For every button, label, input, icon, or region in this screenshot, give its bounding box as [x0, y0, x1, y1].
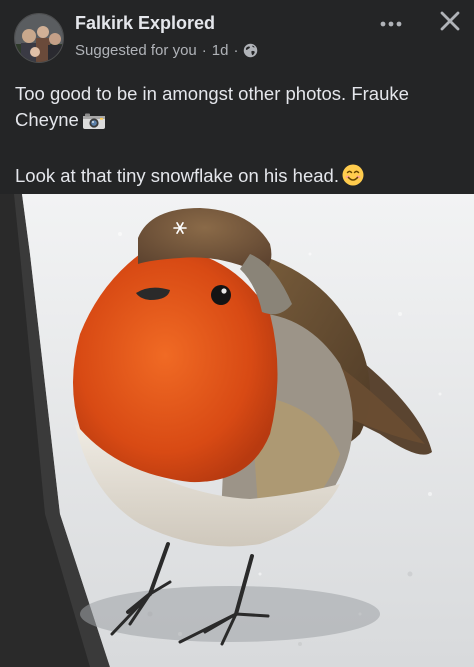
- post-text-line: Too good to be in amongst other photos. …: [15, 83, 409, 104]
- globe-icon: [243, 43, 258, 58]
- smiling-face-emoji-icon: [342, 164, 364, 193]
- post-text-line: Look at that tiny snowflake on his head.: [15, 163, 455, 193]
- post-text: Too good to be in amongst other photos. …: [15, 81, 455, 193]
- post-meta: Suggested for you · 1d ·: [75, 40, 258, 60]
- page-name[interactable]: Falkirk Explored: [75, 13, 215, 34]
- page-avatar[interactable]: [14, 13, 64, 63]
- post-text-snowflake: Look at that tiny snowflake on his head.: [15, 165, 339, 186]
- post-text-line: Cheyne: [15, 107, 455, 137]
- more-options-icon: [380, 14, 402, 32]
- meta-separator: ·: [201, 41, 207, 59]
- more-options-button[interactable]: [374, 10, 408, 36]
- close-button[interactable]: [432, 6, 468, 40]
- post-text-name: Cheyne: [15, 109, 79, 130]
- camera-emoji-icon: [82, 111, 106, 137]
- post-header: Falkirk Explored Suggested for you · 1d …: [0, 0, 474, 70]
- suggested-label: Suggested for you: [75, 41, 197, 59]
- close-icon: [440, 11, 460, 36]
- post-photo[interactable]: [0, 194, 474, 667]
- post-time[interactable]: 1d: [212, 42, 229, 59]
- meta-separator: ·: [233, 41, 239, 59]
